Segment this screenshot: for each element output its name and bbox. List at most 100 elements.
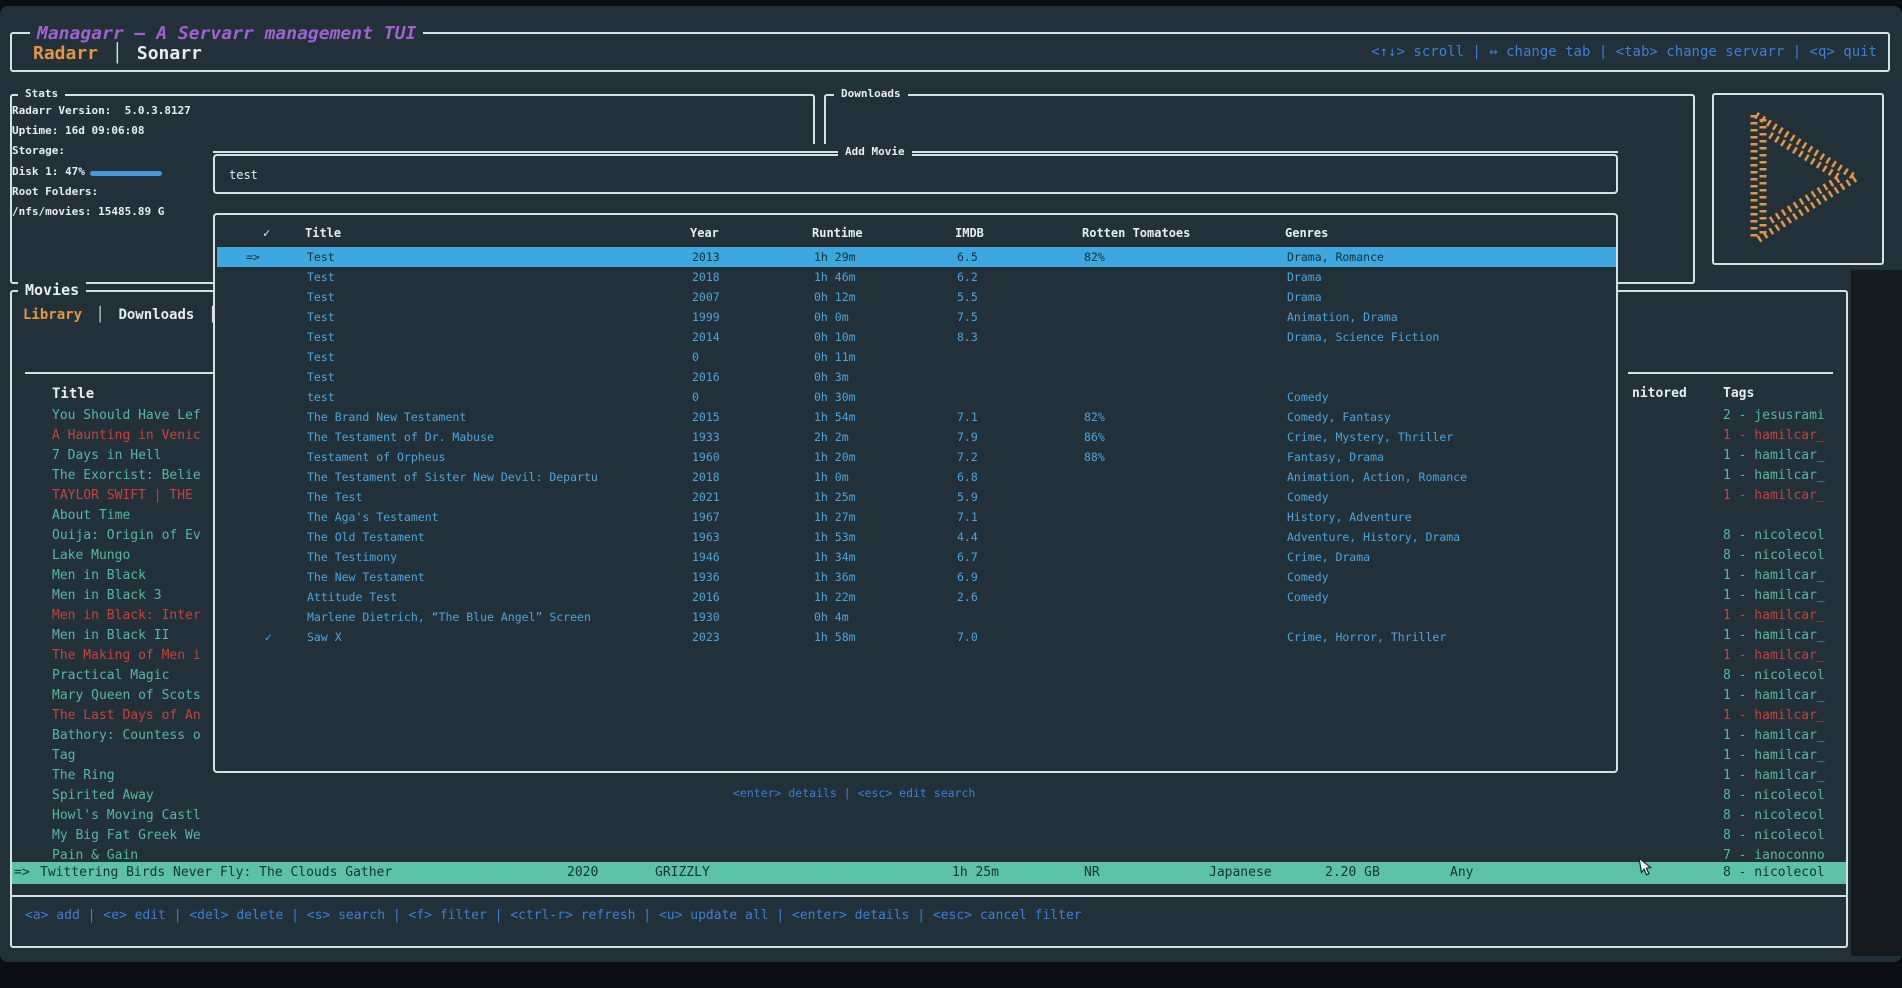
managarr-logo-icon [1718,103,1878,253]
movie-row[interactable]: My Big Fat Greek We [52,826,228,846]
cell-year: 2016 [692,587,720,607]
result-row[interactable]: The Brand New Testament20151h 54m7.182%C… [217,407,1616,427]
movie-row[interactable]: About Time [52,506,228,526]
result-row[interactable]: The Test20211h 25m5.9Comedy [217,487,1616,507]
result-row[interactable]: Test19990h 0m7.5Animation, Drama [217,307,1616,327]
result-row[interactable]: The Aga's Testament19671h 27m7.1History,… [217,507,1616,527]
column-header-year: Year [690,226,719,240]
tag-cell: 8 - nicolecol [1723,526,1845,546]
movie-row[interactable]: The Ring [52,766,228,786]
cell-genres: Drama, Science Fiction [1287,327,1439,347]
cell-imdb: 6.5 [957,247,978,267]
result-row[interactable]: Marlene Dietrich, “The Blue Angel” Scree… [217,607,1616,627]
cell-rt: 86% [1084,427,1105,447]
cell-runtime: 1h 25m [814,487,856,507]
result-row[interactable]: Test20181h 46m6.2Drama [217,267,1616,287]
cell-runtime: 1h 27m [814,507,856,527]
movie-row[interactable]: Men in Black: Inter [52,606,228,626]
movie-row[interactable]: Lake Mungo [52,546,228,566]
movie-row[interactable]: The Making of Men i [52,646,228,666]
result-row[interactable]: Test20140h 10m8.3Drama, Science Fiction [217,327,1616,347]
movie-row[interactable]: TAYLOR SWIFT | THE [52,486,228,506]
cell-imdb: 2.6 [957,587,978,607]
tag-cell: 8 - nicolecol [1723,786,1845,806]
managarr-screen: Managarr – A Servarr management TUI Rada… [0,0,1902,988]
result-row[interactable]: Test20160h 3m [217,367,1616,387]
result-row[interactable]: =>Test20131h 29m6.582%Drama, Romance [217,247,1616,267]
movie-row[interactable]: Ouija: Origin of Ev [52,526,228,546]
movie-row[interactable]: Men in Black 3 [52,586,228,606]
movie-row[interactable]: Practical Magic [52,666,228,686]
cell-imdb: 4.4 [957,527,978,547]
disk-usage-bar [90,171,162,176]
selected-movie-certification: NR [1084,862,1100,884]
cell-runtime: 0h 30m [814,387,856,407]
cell-year: 2018 [692,467,720,487]
cell-title: Test [307,267,335,287]
cell-title: The New Testament [307,567,425,587]
selected-movie-row[interactable]: => Twittering Birds Never Fly: The Cloud… [12,862,1846,884]
movie-row[interactable]: The Exorcist: Belie [52,466,228,486]
tag-cell: 1 - hamilcar_ [1723,606,1845,626]
movie-row[interactable]: A Haunting in Venic [52,426,228,446]
column-header-runtime: Runtime [812,226,863,240]
modal-title-rule [213,151,1618,153]
movie-row[interactable]: Tag [52,746,228,766]
movie-search-box [213,154,1618,194]
movie-row[interactable]: Howl's Moving Castl [52,806,228,826]
selected-movie-size: 2.20 GB [1325,862,1380,884]
cell-title: The Test [307,487,362,507]
result-row[interactable]: The Testament of Dr. Mabuse19332h 2m7.98… [217,427,1616,447]
cell-year: 1963 [692,527,720,547]
movie-row[interactable]: Men in Black [52,566,228,586]
cell-genres: Animation, Action, Romance [1287,467,1467,487]
result-row[interactable]: Attitude Test20161h 22m2.6Comedy [217,587,1616,607]
result-row[interactable]: Test20070h 12m5.5Drama [217,287,1616,307]
cell-genres: History, Adventure [1287,507,1412,527]
column-header-genres: Genres [1285,226,1328,240]
result-row[interactable]: The Testament of Sister New Devil: Depar… [217,467,1616,487]
result-row[interactable]: Test00h 11m [217,347,1616,367]
cell-imdb: 6.7 [957,547,978,567]
tab-separator: │ [96,307,104,323]
cell-title: The Testament of Dr. Mabuse [307,427,494,447]
selected-movie-runtime: 1h 25m [952,862,999,884]
movie-row[interactable]: Bathory: Countess o [52,726,228,746]
cell-title: Attitude Test [307,587,397,607]
result-row[interactable]: The New Testament19361h 36m6.9Comedy [217,567,1616,587]
cell-runtime: 0h 3m [814,367,849,387]
cell-runtime: 0h 10m [814,327,856,347]
movie-row[interactable]: 7 Days in Hell [52,446,228,466]
cell-genres: Drama [1287,287,1322,307]
movie-row[interactable]: The Last Days of An [52,706,228,726]
movie-row[interactable]: You Should Have Lef [52,406,228,426]
cell-genres: Crime, Mystery, Thriller [1287,427,1453,447]
tab-downloads[interactable]: Downloads [118,307,194,323]
cell-runtime: 0h 11m [814,347,856,367]
cell-rt: 88% [1084,447,1105,467]
result-row[interactable]: The Testimony19461h 34m6.7Crime, Drama [217,547,1616,567]
column-header-tags: Tags [1723,386,1754,401]
modal-help-text: <enter> details | <esc> edit search [733,786,975,800]
result-row[interactable]: ✓Saw X20231h 58m7.0Crime, Horror, Thrill… [217,627,1616,647]
result-row[interactable]: The Old Testament19631h 53m4.4Adventure,… [217,527,1616,547]
tab-sonarr[interactable]: Sonarr [137,43,202,64]
result-row[interactable]: test00h 30mComedy [217,387,1616,407]
cell-year: 2007 [692,287,720,307]
movie-row[interactable]: Spirited Away [52,786,228,806]
column-header-title: Title [305,226,341,240]
table-top-rule-left [25,372,232,374]
movie-row[interactable]: Mary Queen of Scots [52,686,228,706]
tab-radarr[interactable]: Radarr [33,43,98,64]
cell-rt: 82% [1084,247,1105,267]
movie-search-input[interactable] [227,160,1127,190]
tag-cell: 8 - nicolecol [1723,546,1845,566]
tag-cell: 1 - hamilcar_ [1723,426,1845,446]
movie-row[interactable]: Men in Black II [52,626,228,646]
tab-library[interactable]: Library [23,307,82,323]
result-row[interactable]: Testament of Orpheus19601h 20m7.288%Fant… [217,447,1616,467]
tag-cell: 1 - hamilcar_ [1723,626,1845,646]
tag-cell: 1 - hamilcar_ [1723,466,1845,486]
cell-year: 2013 [692,247,720,267]
cell-runtime: 1h 22m [814,587,856,607]
